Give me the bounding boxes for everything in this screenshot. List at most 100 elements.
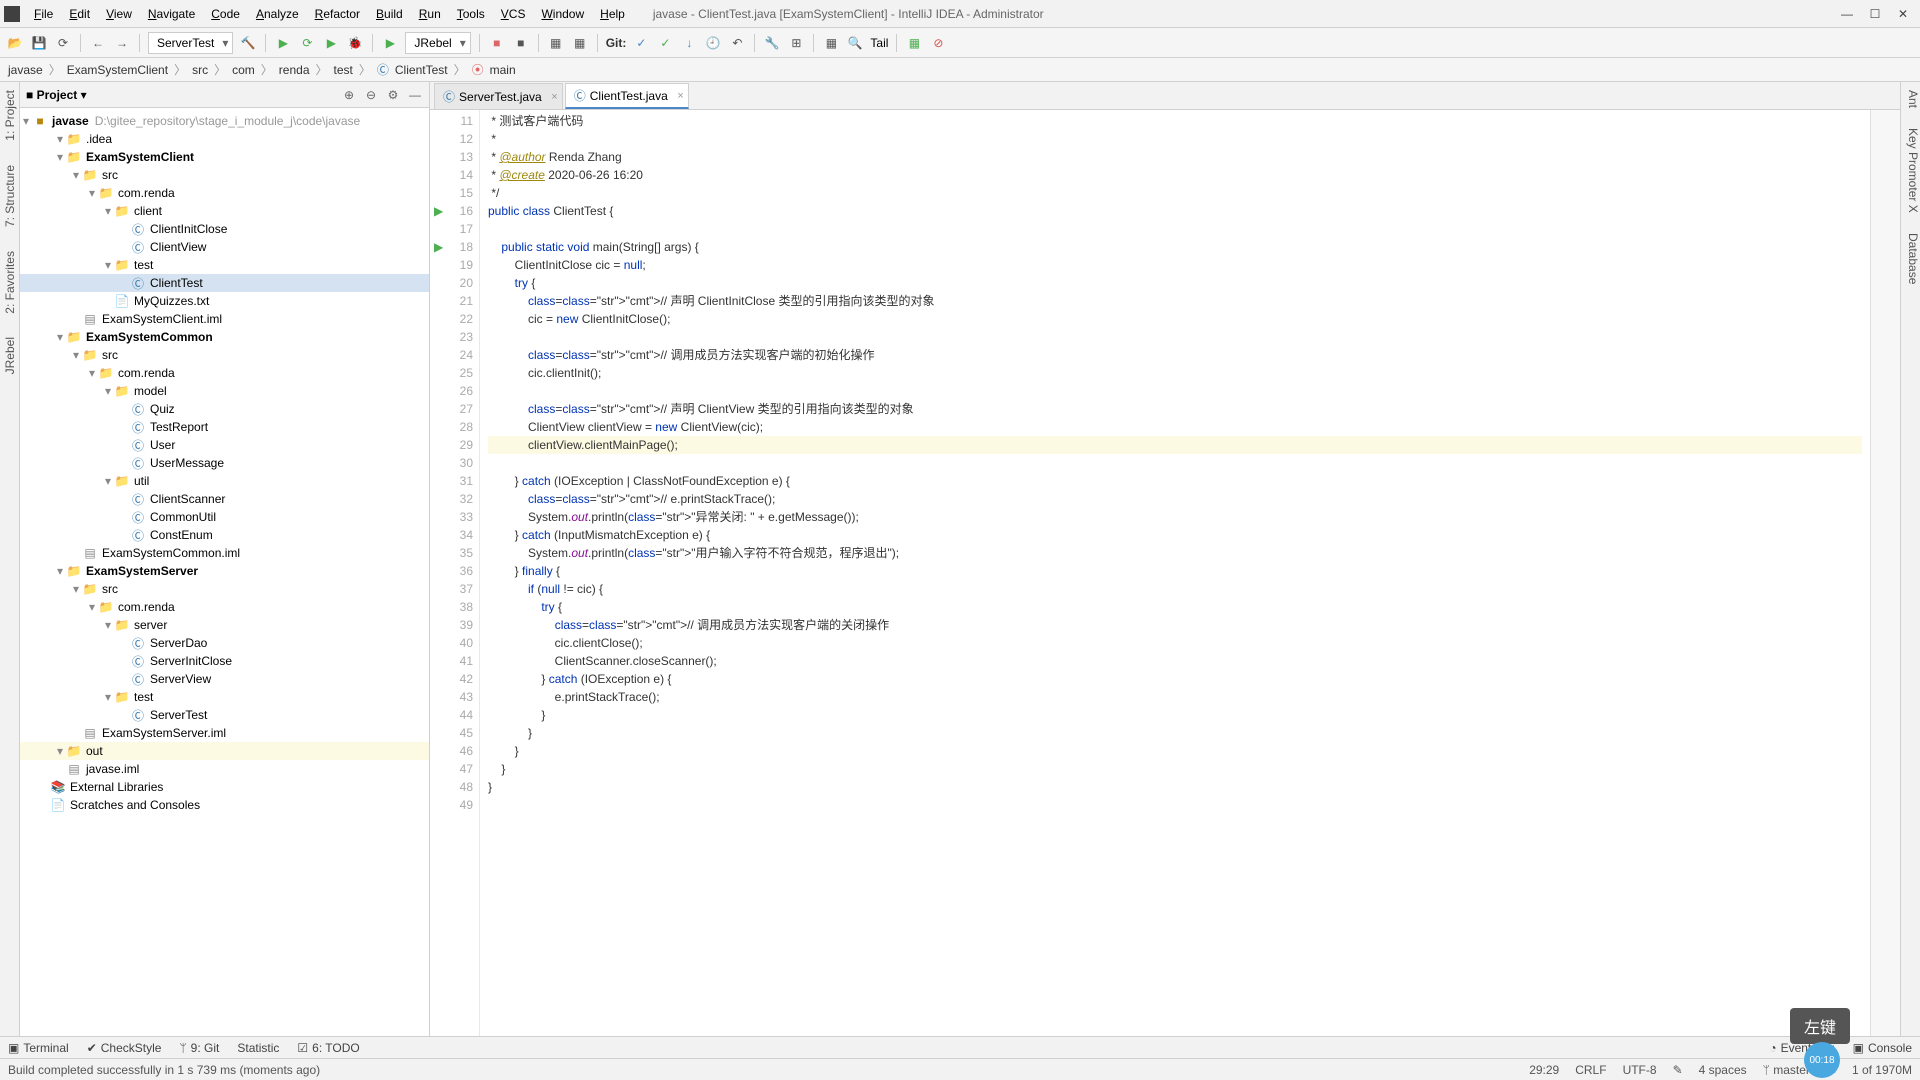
project-view-select[interactable]: ■ Project ▾ [26,88,87,102]
tree-item[interactable]: ⒸQuiz [20,400,429,418]
menu-view[interactable]: View [98,7,140,21]
tree-item[interactable]: ⒸServerDao [20,634,429,652]
tree-item[interactable]: ▾📁com.renda [20,598,429,616]
hammer-icon[interactable]: 🔨 [239,34,257,52]
side-tab[interactable]: Database [1901,229,1920,288]
collapse-icon[interactable]: ⊖ [363,87,379,103]
minimap[interactable] [1870,110,1900,1036]
editor-tab[interactable]: ⒸServerTest.java× [434,83,563,109]
tree-item[interactable]: ▾📁client [20,202,429,220]
menu-code[interactable]: Code [203,7,248,21]
minimize-button[interactable]: — [1840,7,1854,21]
forward-icon[interactable]: → [113,34,131,52]
tree-item[interactable]: ▾📁.idea [20,130,429,148]
layout2-icon[interactable]: ▦ [571,34,589,52]
tree-item[interactable]: ▾📁src [20,346,429,364]
tree-item[interactable]: ▾📁ExamSystemClient [20,148,429,166]
hide-icon[interactable]: — [407,87,423,103]
debug-run-icon[interactable]: ⟳ [298,34,316,52]
statistic-tab[interactable]: Statistic [237,1041,279,1055]
side-tab[interactable]: 7: Structure [3,161,17,231]
menu-navigate[interactable]: Navigate [140,7,203,21]
menu-build[interactable]: Build [368,7,411,21]
tree-item[interactable]: ⒸCommonUtil [20,508,429,526]
side-tab[interactable]: 2: Favorites [3,247,17,318]
git-branch[interactable]: ᛘ master [1763,1063,1810,1077]
run2-icon[interactable]: ▶ [381,34,399,52]
tree-item[interactable]: ▤ExamSystemClient.iml [20,310,429,328]
menu-file[interactable]: File [26,7,61,21]
breadcrumb-item[interactable]: test [334,63,353,77]
tree-item[interactable]: ▾📁out [20,742,429,760]
side-tab[interactable]: 1: Project [3,86,17,145]
tree-item[interactable]: ▾📁test [20,688,429,706]
search-icon[interactable]: 🔍 [846,34,864,52]
menu-vcs[interactable]: VCS [493,7,534,21]
tree-item[interactable]: ⒸConstEnum [20,526,429,544]
menu-window[interactable]: Window [533,7,592,21]
code-editor[interactable]: * 测试客户端代码 * * @author Renda Zhang * @cre… [480,110,1870,1036]
git-revert-icon[interactable]: ↶ [728,34,746,52]
breadcrumb-item[interactable]: renda [279,63,310,77]
jrebel-select[interactable]: JRebel [405,32,470,54]
tree-item[interactable]: ▾📁ExamSystemServer [20,562,429,580]
project-tree[interactable]: ▾■javaseD:\gitee_repository\stage_i_modu… [20,108,429,1036]
tree-item[interactable]: ⒸServerInitClose [20,652,429,670]
tree-item[interactable]: 📄MyQuizzes.txt [20,292,429,310]
encoding[interactable]: UTF-8 [1623,1063,1657,1077]
indent[interactable]: 4 spaces [1699,1063,1747,1077]
run-config-select[interactable]: ServerTest [148,32,233,54]
expand-icon[interactable]: ⊕ [341,87,357,103]
tree-item[interactable]: ▤ExamSystemServer.iml [20,724,429,742]
breadcrumb-item[interactable]: main [490,63,516,77]
menu-help[interactable]: Help [592,7,633,21]
tree-item[interactable]: ⒸClientScanner [20,490,429,508]
breadcrumb-item[interactable]: ExamSystemClient [67,63,168,77]
tree-item[interactable]: ▾📁src [20,166,429,184]
tree-item[interactable]: ▾📁util [20,472,429,490]
breadcrumb-item[interactable]: ClientTest [395,63,448,77]
tree-item[interactable]: ⒸUser [20,436,429,454]
checkstyle-tab[interactable]: ✔ CheckStyle [87,1041,162,1055]
memory-indicator[interactable]: 1 of 1970M [1852,1063,1912,1077]
menu-refactor[interactable]: Refactor [307,7,368,21]
terminal-tab[interactable]: ▣ Terminal [8,1041,69,1055]
menu-edit[interactable]: Edit [61,7,98,21]
caret-position[interactable]: 29:29 [1529,1063,1559,1077]
tail-label[interactable]: Tail [870,36,888,50]
git-push-icon[interactable]: ✓ [656,34,674,52]
stop-icon[interactable]: ■ [488,34,506,52]
gutter[interactable]: 1112131415▶1617▶181920212223242526272829… [430,110,480,1036]
side-tab[interactable]: Key Promoter X [1901,124,1920,217]
maximize-button[interactable]: ☐ [1868,7,1882,21]
gear-icon[interactable]: ⚙ [385,87,401,103]
tree-item[interactable]: ⒸClientView [20,238,429,256]
forbidden-icon[interactable]: ⊘ [929,34,947,52]
tree-item[interactable]: ⒸClientInitClose [20,220,429,238]
close-button[interactable]: ✕ [1896,7,1910,21]
todo-tab[interactable]: ☑ 6: TODO [297,1041,359,1055]
stop2-icon[interactable]: ■ [512,34,530,52]
tree-item[interactable]: ▾📁model [20,382,429,400]
tree-item[interactable]: ▤ExamSystemCommon.iml [20,544,429,562]
debug-icon[interactable]: 🐞 [346,34,364,52]
tree-item[interactable]: ⒸServerView [20,670,429,688]
tool1-icon[interactable]: 🔧 [763,34,781,52]
line-sep[interactable]: CRLF [1575,1063,1606,1077]
back-icon[interactable]: ← [89,34,107,52]
menu-analyze[interactable]: Analyze [248,7,307,21]
tree-item[interactable]: ⒸServerTest [20,706,429,724]
tree-item[interactable]: ▾📁server [20,616,429,634]
menu-run[interactable]: Run [411,7,449,21]
layout-icon[interactable]: ▦ [547,34,565,52]
tree-item[interactable]: ▾📁com.renda [20,364,429,382]
git-history-icon[interactable]: 🕘 [704,34,722,52]
coverage-icon[interactable]: ▶ [322,34,340,52]
tree-item[interactable]: ▾📁test [20,256,429,274]
breadcrumb-item[interactable]: com [232,63,255,77]
green-icon[interactable]: ▦ [905,34,923,52]
tool3-icon[interactable]: ▦ [822,34,840,52]
tool2-icon[interactable]: ⊞ [787,34,805,52]
tree-item[interactable]: ⒸUserMessage [20,454,429,472]
save-icon[interactable]: 💾 [30,34,48,52]
